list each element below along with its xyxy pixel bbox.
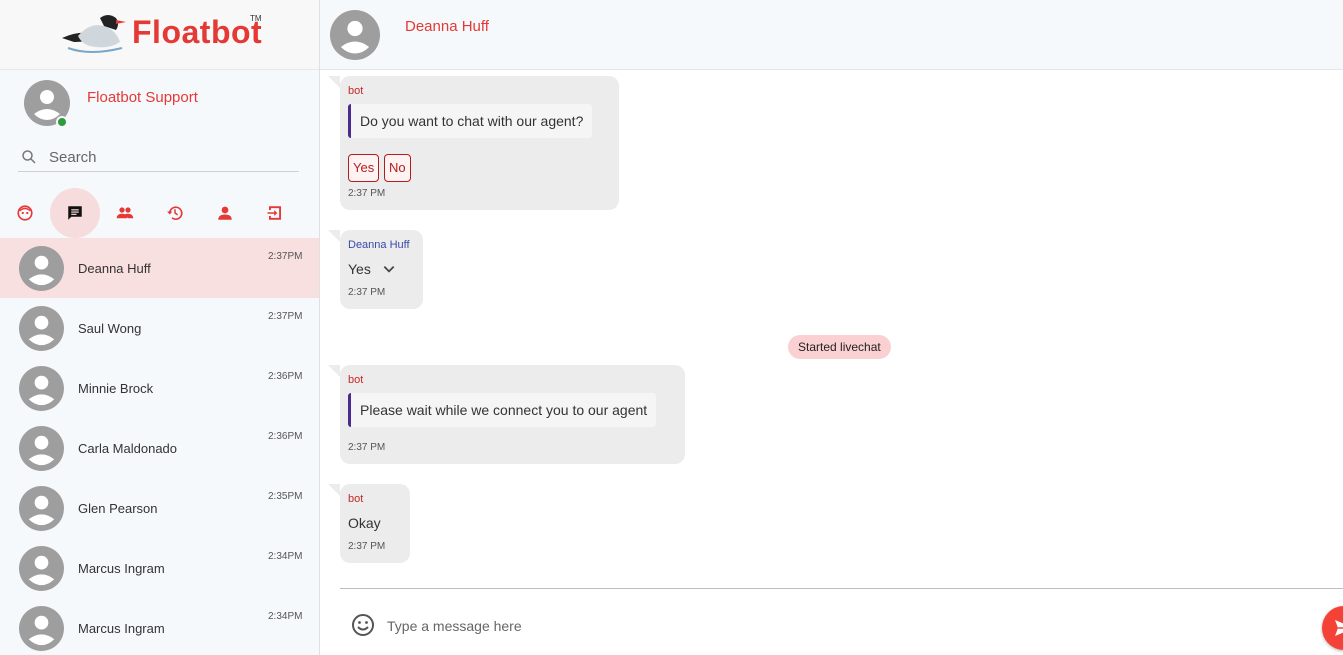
chevron-down-icon[interactable] bbox=[382, 262, 396, 276]
chat-list-item[interactable]: Saul Wong 2:37PM bbox=[0, 298, 319, 358]
quick-reply-no-button[interactable]: No bbox=[384, 154, 411, 182]
message-text: Do you want to chat with our agent? bbox=[348, 104, 593, 138]
chat-contact-name: Saul Wong bbox=[78, 321, 142, 336]
avatar-icon bbox=[19, 246, 64, 291]
search-input[interactable] bbox=[49, 146, 289, 168]
send-icon bbox=[1335, 620, 1343, 636]
conversation-header: Deanna Huff bbox=[320, 0, 1343, 70]
chat-time: 2:37PM bbox=[268, 251, 303, 262]
agent-avatar bbox=[24, 80, 70, 128]
tab-history[interactable] bbox=[150, 188, 200, 238]
avatar-icon bbox=[19, 546, 64, 591]
search-icon bbox=[22, 150, 36, 164]
trademark-mark: TM bbox=[250, 14, 262, 23]
logout-icon bbox=[267, 206, 281, 220]
online-status-dot bbox=[56, 116, 68, 128]
chat-time: 2:36PM bbox=[268, 371, 303, 382]
chat-contact-name: Marcus Ingram bbox=[78, 621, 165, 636]
message-sender: bot bbox=[348, 493, 364, 505]
message-bubble: bot Please wait while we connect you to … bbox=[328, 365, 685, 464]
group-icon bbox=[116, 207, 134, 219]
chat-list-item[interactable]: Glen Pearson 2:35PM bbox=[0, 478, 319, 538]
message-bubble: bot Do you want to chat with our agent? … bbox=[328, 76, 619, 210]
floatbot-logo-icon bbox=[62, 15, 126, 53]
conversation-pane: Deanna Huff bot Do you want to chat with… bbox=[320, 0, 1343, 655]
chat-app: Floatbot TM Floatbot Support Search Dean… bbox=[0, 0, 1343, 655]
history-icon bbox=[167, 206, 183, 221]
chat-list: Deanna Huff 2:37PM Saul Wong 2:37PM Minn… bbox=[0, 238, 319, 655]
message-text: Please wait while we connect you to our … bbox=[348, 393, 657, 427]
brand-name: Floatbot bbox=[132, 14, 263, 50]
message-bubble: Deanna Huff Yes 2:37 PM bbox=[328, 230, 423, 309]
chat-contact-name: Glen Pearson bbox=[78, 501, 158, 516]
agent-name: Floatbot Support bbox=[87, 89, 198, 106]
avatar-icon bbox=[330, 10, 380, 60]
message-list: bot Do you want to chat with our agent? … bbox=[320, 70, 1343, 580]
chat-list-item[interactable]: Deanna Huff 2:37PM bbox=[0, 238, 319, 298]
message-sender: bot bbox=[348, 374, 364, 386]
chat-time: 2:35PM bbox=[268, 491, 303, 502]
emoji-icon[interactable] bbox=[351, 613, 375, 637]
tab-groups[interactable] bbox=[100, 188, 150, 238]
chat-list-item[interactable]: Carla Maldonado 2:36PM bbox=[0, 418, 319, 478]
avatar-icon bbox=[19, 306, 64, 351]
quick-reply-yes-button[interactable]: Yes bbox=[348, 154, 380, 182]
chat-contact-name: Carla Maldonado bbox=[78, 441, 178, 456]
person-icon bbox=[218, 206, 232, 220]
tab-logout[interactable] bbox=[250, 188, 300, 238]
tab-profile[interactable] bbox=[200, 188, 250, 238]
system-status-pill: Started livechat bbox=[788, 335, 891, 359]
brand-header: Floatbot TM bbox=[0, 0, 319, 70]
avatar-icon bbox=[19, 366, 64, 411]
search-box bbox=[18, 142, 299, 172]
sidebar-tabs bbox=[0, 188, 319, 238]
message-sender: Deanna Huff bbox=[348, 239, 410, 251]
message-time: 2:37 PM bbox=[348, 188, 386, 199]
avatar-icon bbox=[19, 426, 64, 471]
message-composer bbox=[340, 588, 1343, 655]
chat-time: 2:36PM bbox=[268, 431, 303, 442]
tab-chats[interactable] bbox=[50, 188, 100, 238]
message-text: Yes bbox=[348, 261, 371, 277]
message-time: 2:37 PM bbox=[348, 541, 386, 552]
chat-list-item[interactable]: Marcus Ingram 2:34PM bbox=[0, 598, 319, 655]
chat-list-item[interactable]: Marcus Ingram 2:34PM bbox=[0, 538, 319, 598]
chat-list-item[interactable]: Minnie Brock 2:36PM bbox=[0, 358, 319, 418]
send-button[interactable] bbox=[1322, 606, 1343, 650]
message-time: 2:37 PM bbox=[348, 287, 386, 298]
conversation-title: Deanna Huff bbox=[405, 18, 489, 35]
avatar-icon bbox=[19, 606, 64, 651]
message-time: 2:37 PM bbox=[348, 442, 386, 453]
message-bubble: bot Okay 2:37 PM bbox=[328, 484, 410, 563]
agent-profile[interactable]: Floatbot Support bbox=[0, 70, 319, 140]
message-text: Okay bbox=[348, 515, 381, 531]
avatar-icon bbox=[19, 486, 64, 531]
chat-time: 2:37PM bbox=[268, 311, 303, 322]
bot-face-icon bbox=[17, 205, 33, 221]
chat-time: 2:34PM bbox=[268, 611, 303, 622]
sidebar: Floatbot TM Floatbot Support Search Dean… bbox=[0, 0, 320, 655]
chat-contact-name: Deanna Huff bbox=[78, 261, 151, 276]
chat-contact-name: Marcus Ingram bbox=[78, 561, 165, 576]
tab-bot[interactable] bbox=[0, 188, 50, 238]
chat-time: 2:34PM bbox=[268, 551, 303, 562]
chat-contact-name: Minnie Brock bbox=[78, 381, 154, 396]
message-input[interactable] bbox=[387, 615, 1267, 637]
message-sender: bot bbox=[348, 85, 364, 97]
chat-icon bbox=[68, 206, 82, 220]
